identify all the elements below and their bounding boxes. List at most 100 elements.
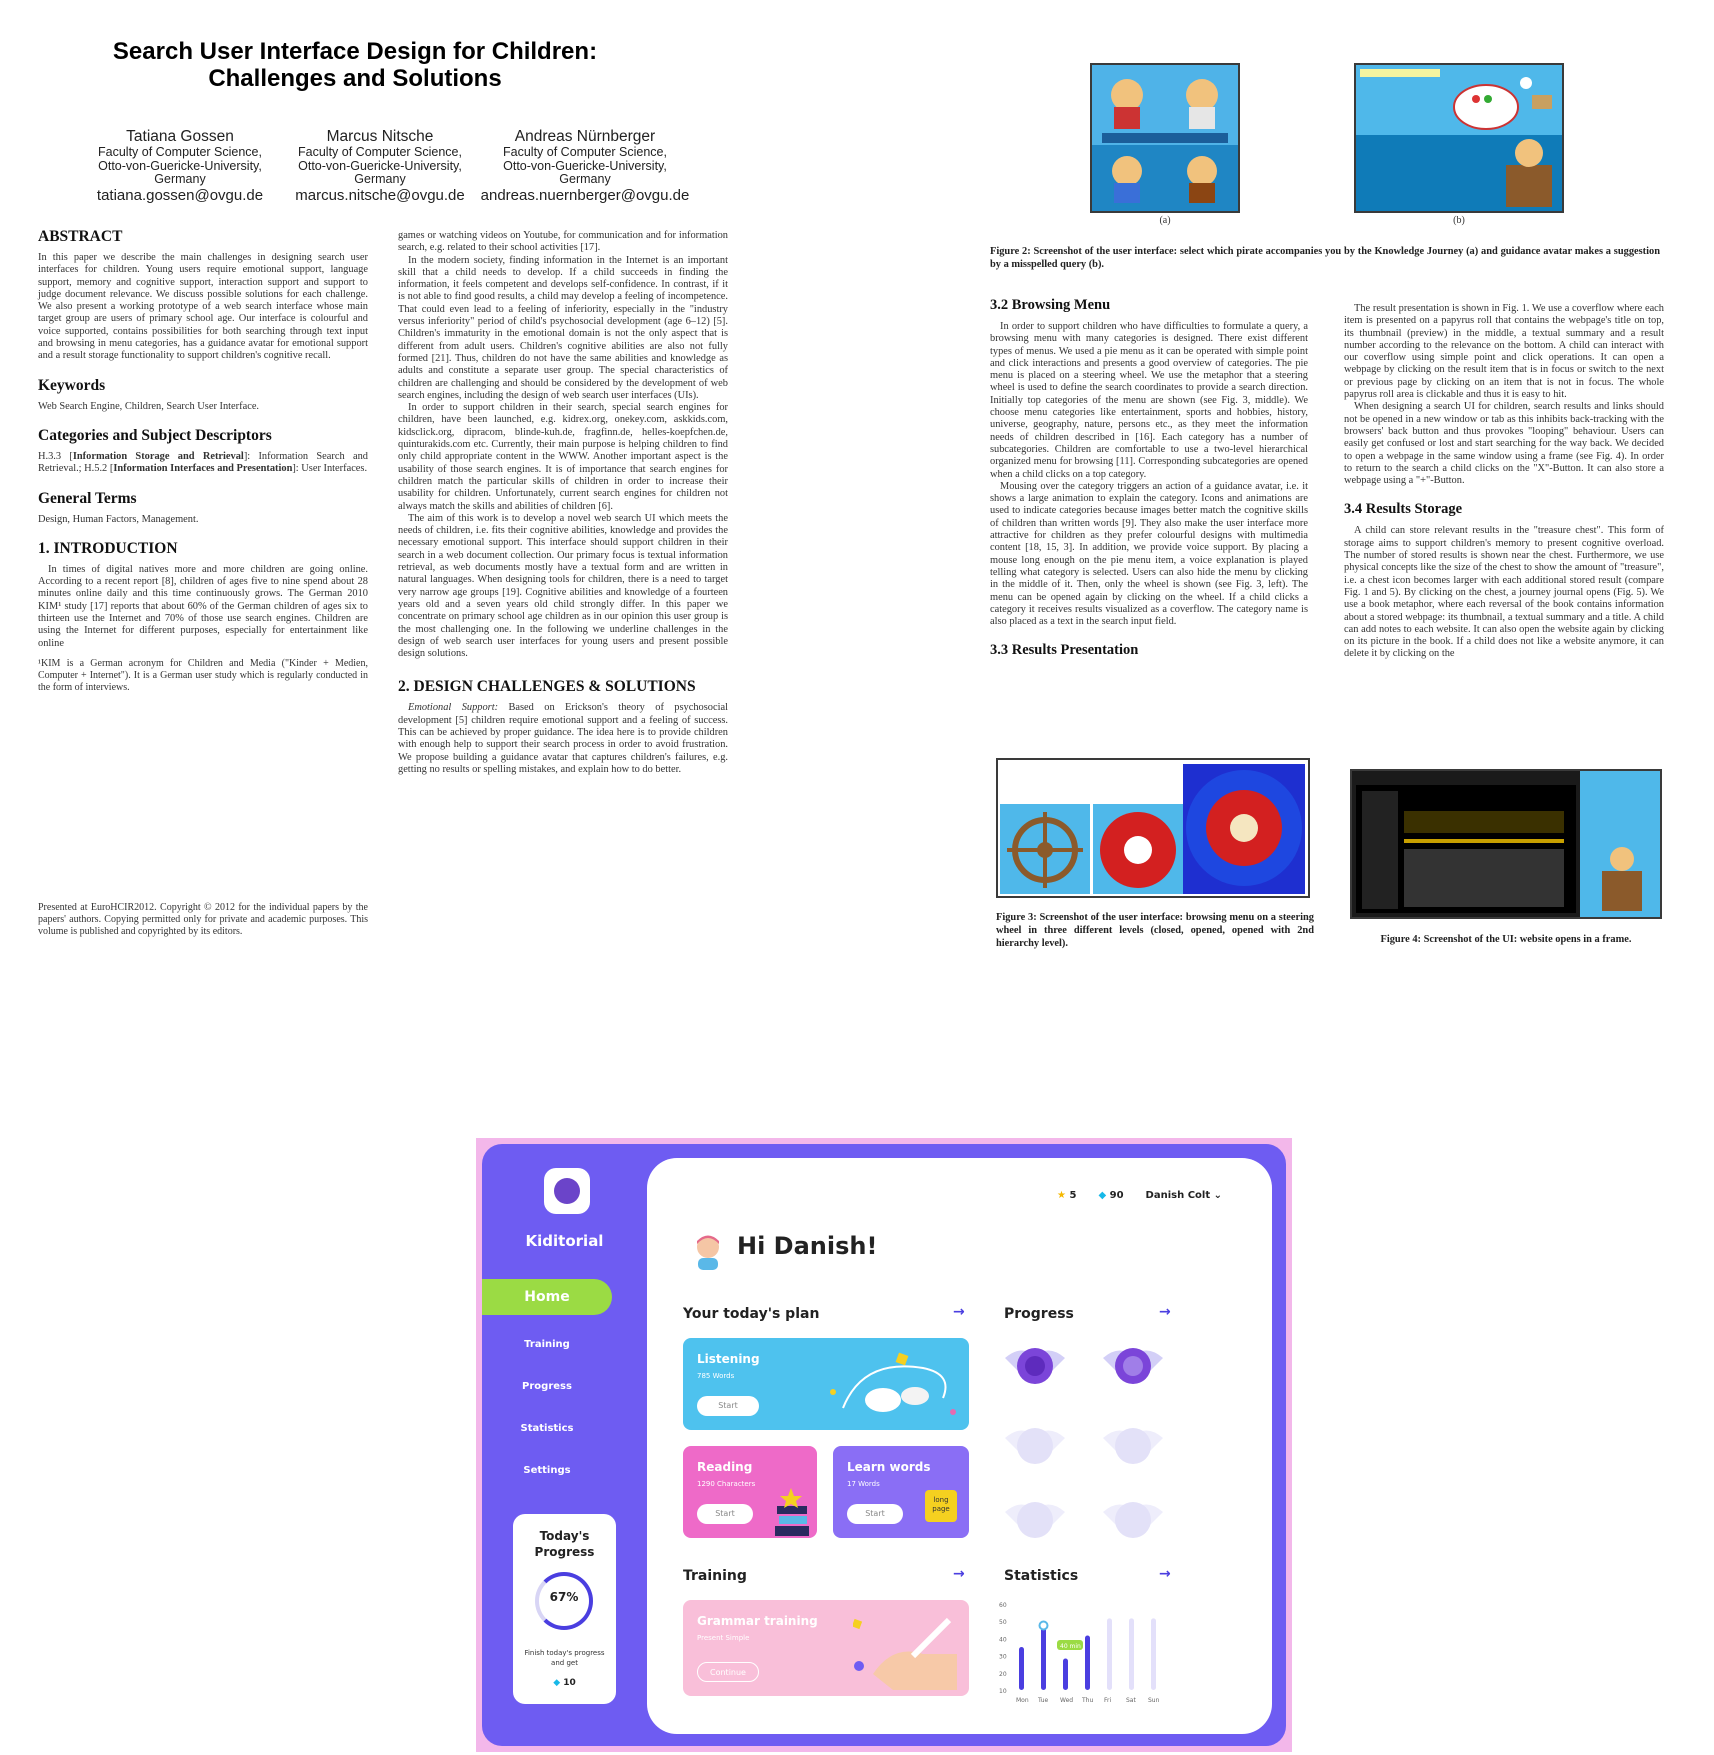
author-2: Marcus Nitsche Faculty of Computer Scien…	[275, 128, 485, 205]
gems-counter: ◆ 90	[1098, 1190, 1124, 1201]
stat-bar-sun[interactable]	[1151, 1618, 1156, 1690]
statistics-arrow-icon[interactable]: →	[1159, 1566, 1171, 1582]
author-affiliation: Faculty of Computer Science,	[98, 145, 262, 159]
start-learn-words-button[interactable]: Start	[847, 1504, 903, 1524]
general-terms-heading: General Terms	[38, 489, 137, 507]
author-affiliation: Otto-von-Guericke-University,	[98, 158, 262, 173]
nav-settings[interactable]: Settings	[482, 1465, 612, 1476]
greeting-heading: Hi Danish!	[737, 1232, 878, 1260]
figure-3-caption: Figure 3: Screenshot of the user interfa…	[996, 912, 1314, 949]
card-title: Listening	[697, 1352, 760, 1366]
paper-page-left: Search User Interface Design for Childre…	[30, 30, 750, 960]
listening-card[interactable]: Listening 785 Words Start	[683, 1338, 969, 1430]
planet-logo-icon	[554, 1178, 580, 1204]
training-arrow-icon[interactable]: →	[953, 1566, 965, 1582]
app-frame: Kiditorial Home Training Progress Statis…	[482, 1144, 1286, 1746]
stat-bar-tue[interactable]	[1041, 1625, 1046, 1691]
learn-words-card[interactable]: Learn words 17 Words Start long page	[833, 1446, 969, 1538]
figure-2-caption: Figure 2: Screenshot of the user interfa…	[990, 246, 1660, 270]
stars-counter: ★ 5	[1057, 1190, 1077, 1201]
nav-training[interactable]: Training	[482, 1339, 612, 1350]
badge-unlocked-icon	[1005, 1348, 1065, 1384]
card-subtitle: 785 Words	[697, 1372, 735, 1380]
long-page-book-icon: long page	[925, 1490, 957, 1522]
stat-bar-thu[interactable]	[1085, 1635, 1090, 1690]
x-tick-label: Sat	[1126, 1697, 1136, 1704]
star-icon: ★	[1057, 1190, 1066, 1201]
card-subtitle: 17 Words	[847, 1480, 880, 1488]
plan-heading: Your today's plan	[683, 1306, 820, 1322]
nav-statistics[interactable]: Statistics	[482, 1423, 612, 1434]
author-name: Marcus Nitsche	[326, 128, 434, 145]
footnote: ¹KIM is a German acronym for Children an…	[38, 657, 368, 693]
progress-percent: 67%	[549, 1590, 579, 1604]
paper-column-2: games or watching videos on Youtube, for…	[398, 230, 728, 776]
author-affiliation: Faculty of Computer Science,	[503, 145, 667, 159]
figure-4-screenshot	[1350, 769, 1662, 919]
writing-hand-icon	[853, 1617, 957, 1690]
author-1: Tatiana Gossen Faculty of Computer Scien…	[75, 128, 285, 205]
paper-page-right: (a) (b) Figure 2: Screenshot of the user…	[990, 55, 1680, 965]
x-tick-label: Wed	[1060, 1697, 1073, 1704]
abstract-text: In this paper we describe the main chall…	[38, 252, 368, 362]
x-tick-label: Tue	[1037, 1697, 1049, 1704]
badge-locked-icon	[1103, 1428, 1163, 1464]
reading-card[interactable]: Reading 1290 Characters Start	[683, 1446, 817, 1538]
chevron-down-icon: ⌄	[1213, 1190, 1222, 1201]
author-affiliation: Faculty of Computer Science,	[298, 145, 462, 159]
card-title: Learn words	[847, 1460, 931, 1474]
card-subtitle: Present Simple	[697, 1634, 750, 1642]
card-subtitle: 1290 Characters	[697, 1480, 756, 1488]
figure-2b-screenshot	[1354, 63, 1564, 213]
books-icon	[775, 1488, 809, 1536]
badge-unlocked-icon	[1103, 1348, 1163, 1384]
browsing-menu-heading: 3.2 Browsing Menu	[990, 297, 1111, 313]
y-tick-label: 40	[999, 1636, 1007, 1643]
stat-bar-mon[interactable]	[1019, 1647, 1024, 1690]
plan-arrow-icon[interactable]: →	[953, 1304, 965, 1320]
start-listening-button[interactable]: Start	[697, 1396, 759, 1416]
steering-wheel-menus-image	[1000, 764, 1305, 894]
stat-bar-sat[interactable]	[1129, 1618, 1134, 1690]
stat-bar-wed[interactable]	[1063, 1658, 1068, 1690]
paragraph: The aim of this work is to develop a nov…	[398, 512, 728, 660]
paragraph: A child can store relevant results in th…	[1344, 525, 1664, 660]
paragraph: In order to support children who have di…	[990, 321, 1308, 480]
author-email: marcus.nitsche@ovgu.de	[295, 186, 465, 204]
nav-progress[interactable]: Progress	[482, 1381, 612, 1392]
author-name: Tatiana Gossen	[126, 128, 234, 145]
gem-icon: ◆	[553, 1678, 561, 1688]
progress-heading: Progress	[1004, 1306, 1074, 1322]
pirates-selection-image	[1092, 65, 1238, 211]
card-title: Grammar training	[697, 1614, 818, 1628]
sidebar: Kiditorial Home Training Progress Statis…	[482, 1144, 647, 1746]
x-tick-label: Mon	[1016, 1697, 1029, 1704]
author-affiliation: Otto-von-Guericke-University,	[298, 158, 462, 173]
y-tick-label: 20	[999, 1671, 1007, 1678]
paper-column-3: 3.2 Browsing Menu In order to support ch…	[990, 297, 1308, 666]
continue-grammar-button[interactable]: Continue	[697, 1662, 759, 1682]
gem-reward: ◆ 10	[553, 1678, 576, 1688]
abstract-heading: ABSTRACT	[38, 228, 123, 245]
stat-bar-fri[interactable]	[1107, 1618, 1112, 1690]
user-menu[interactable]: Danish Colt ⌄	[1146, 1190, 1222, 1201]
start-reading-button[interactable]: Start	[697, 1504, 753, 1524]
results-storage-heading: 3.4 Results Storage	[1344, 501, 1463, 518]
nav-home[interactable]: Home	[482, 1279, 612, 1315]
guidance-avatar-image	[1356, 65, 1562, 211]
paper-title: Search User Interface Design for Childre…	[90, 38, 620, 92]
y-tick-label: 50	[999, 1619, 1007, 1626]
x-tick-label: Sun	[1148, 1697, 1160, 1704]
app-logo[interactable]	[544, 1168, 590, 1214]
introduction-text: In times of digital natives more and mor…	[38, 563, 368, 649]
design-challenges-heading: 2. DESIGN CHALLENGES & SOLUTIONS	[398, 678, 696, 696]
website-frame-image	[1352, 771, 1660, 917]
title-line-2: Challenges and Solutions	[208, 65, 502, 92]
paragraph: games or watching videos on Youtube, for…	[398, 230, 728, 254]
grammar-training-card[interactable]: Grammar training Present Simple Continue	[683, 1600, 969, 1696]
progress-arrow-icon[interactable]: →	[1159, 1304, 1171, 1320]
figure-2b-label: (b)	[1453, 215, 1465, 226]
author-affiliation: Germany	[559, 172, 611, 186]
x-tick-label: Thu	[1081, 1697, 1093, 1704]
figure-2a-screenshot	[1090, 63, 1240, 213]
